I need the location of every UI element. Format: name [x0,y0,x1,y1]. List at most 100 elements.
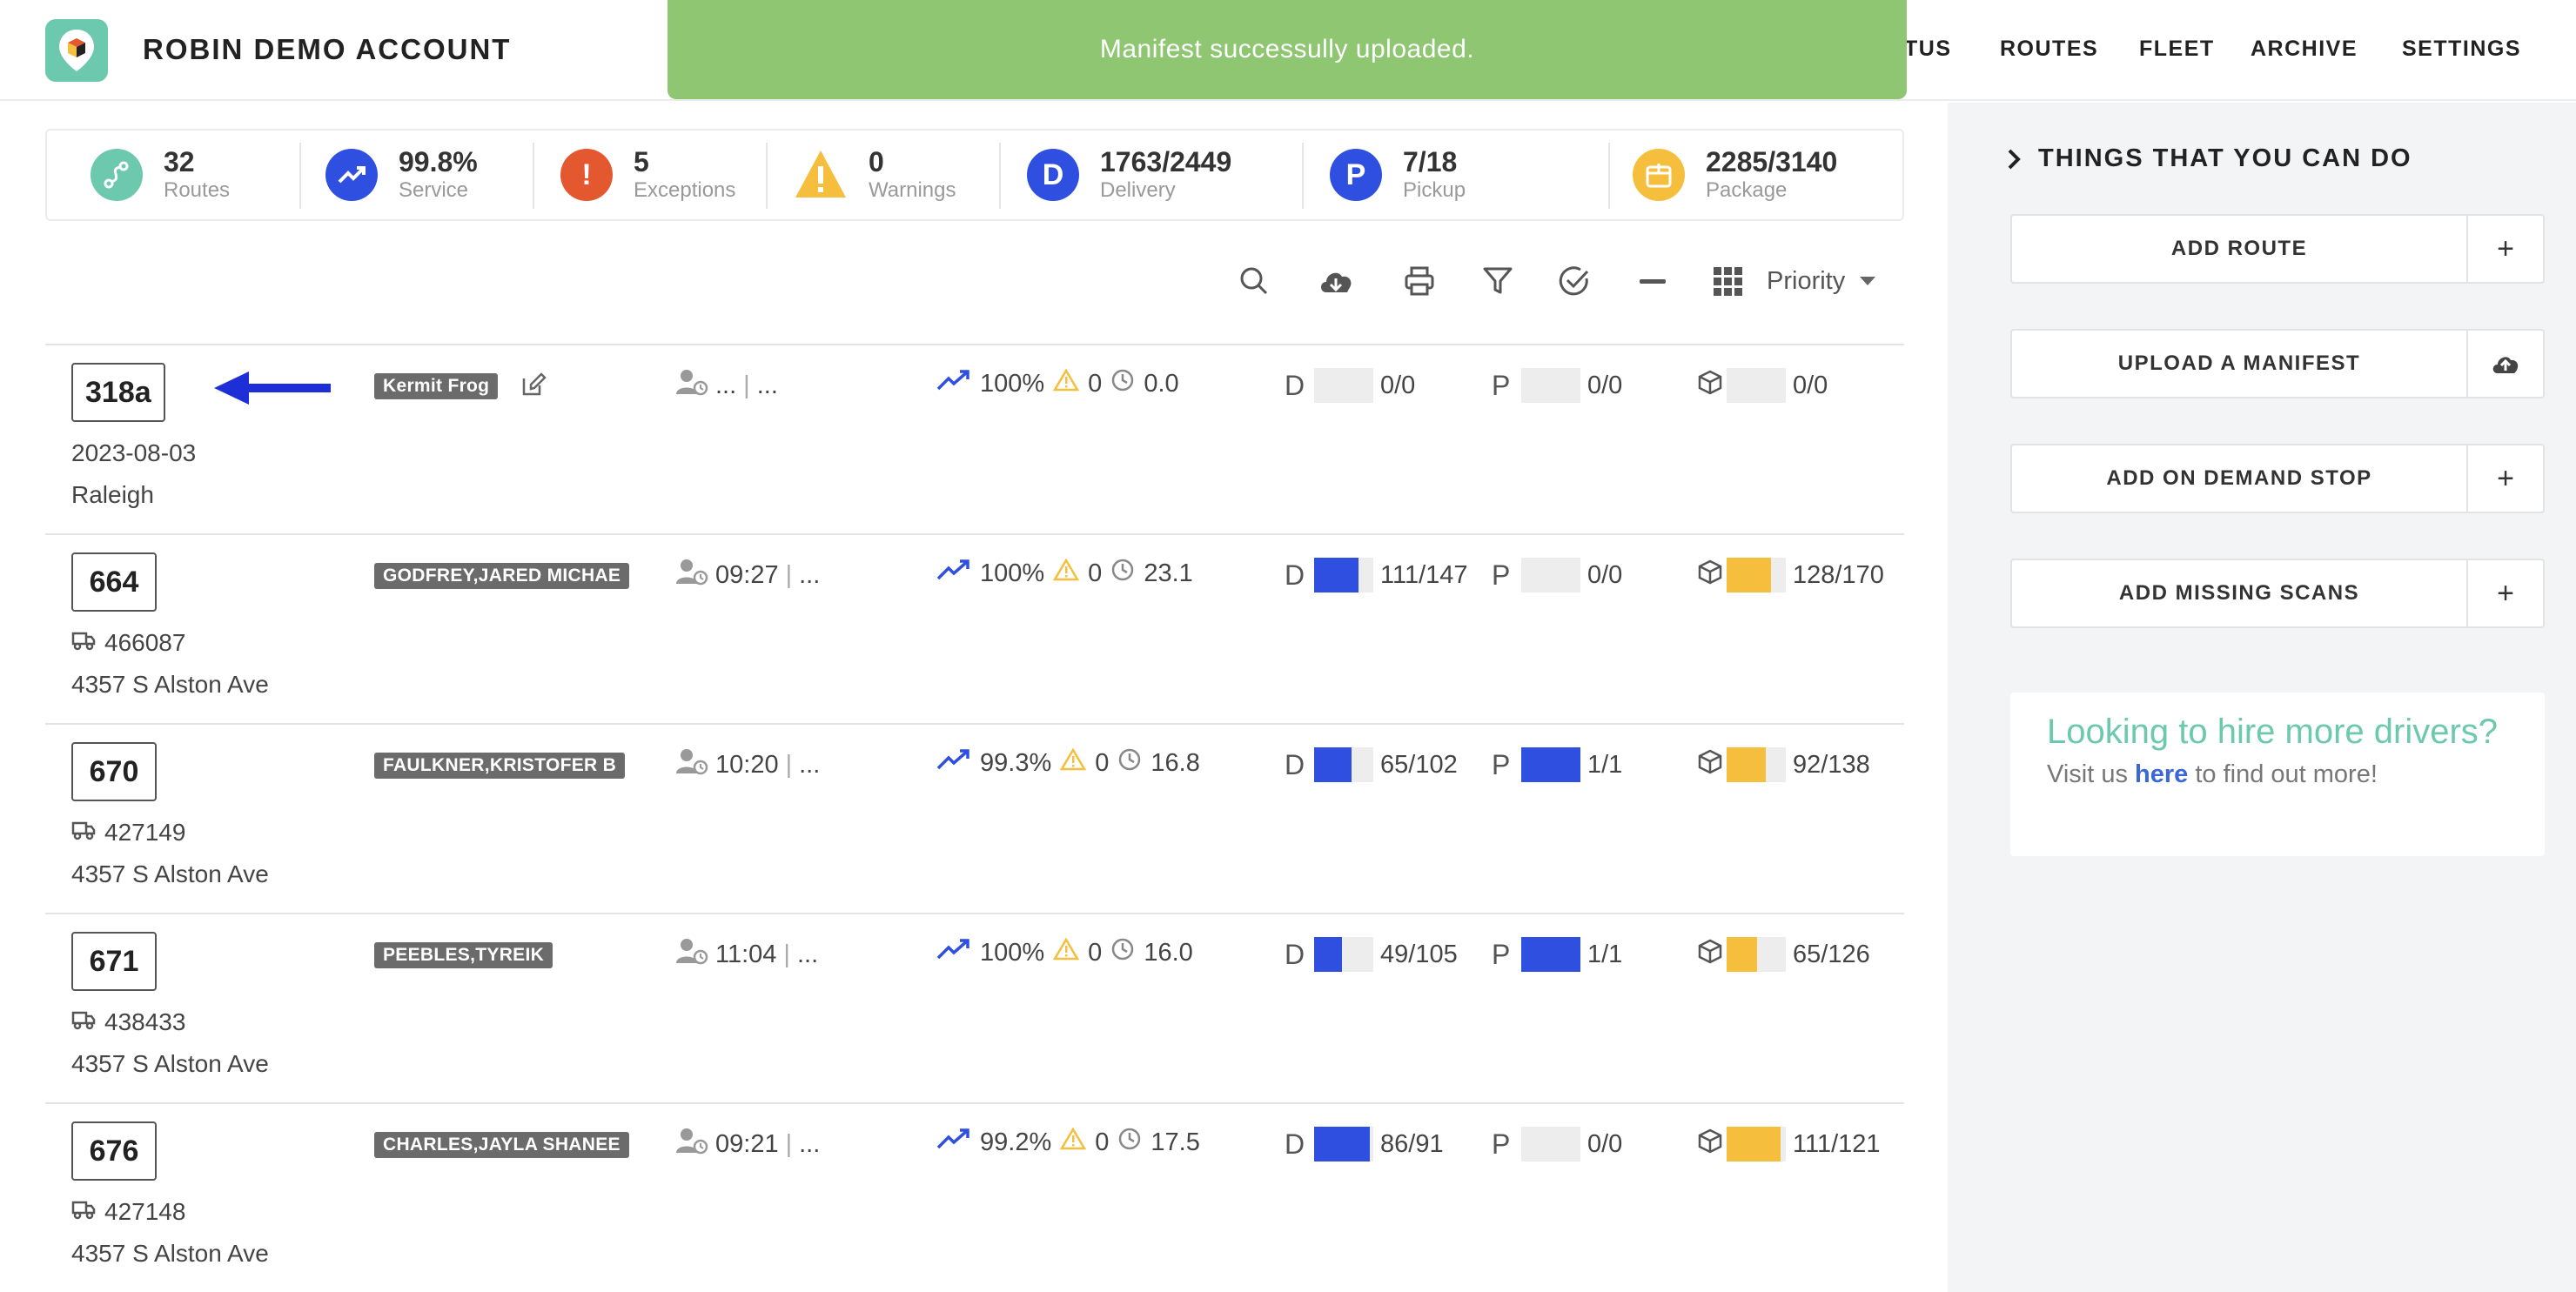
package-cell: 128/170 [1697,558,1884,592]
driver-badge[interactable]: CHARLES,JAYLA SHANEE [374,1132,629,1158]
stat-routes[interactable]: 32 Routes [91,131,230,219]
delivery-progress-fill [1314,747,1352,782]
route-row[interactable]: 664 466087 4357 S Alston Ave GODFREY,JARED … [45,535,1904,725]
trend-up-icon [936,937,971,968]
pickup-letter: P [1492,938,1511,970]
nav-archive[interactable]: ARCHIVE [2251,37,2358,62]
delivery-count: 86/91 [1380,1129,1444,1158]
stat-pickup[interactable]: P 7/18 Pickup [1330,131,1466,219]
route-row[interactable]: 318a 2023-08-03 Raleigh Kermit Frog ... |... 1… [45,345,1904,535]
filter-icon[interactable] [1479,263,1516,299]
warning-count: 0 [1088,938,1103,967]
success-toast[interactable]: Manifest successully uploaded. [667,0,1907,99]
route-location: 4357 S Alston Ave [71,671,269,698]
delivery-letter: D [1285,748,1305,780]
annotation-arrow-icon [211,368,332,412]
stat-label: Service [399,178,469,202]
duration: 0.0 [1144,369,1179,398]
duration: 17.5 [1150,1128,1200,1156]
duration: 16.0 [1144,938,1193,967]
package-count: 92/138 [1793,750,1870,779]
stat-service[interactable]: 99.8% Service [325,131,478,219]
package-cell: 65/126 [1697,937,1870,972]
grid-icon[interactable] [1709,263,1746,299]
logo-pin-icon [59,30,94,71]
nav-settings[interactable]: SETTINGS [2402,37,2521,62]
driver-badge[interactable]: GODFREY,JARED MICHAE [374,563,630,589]
nav-fleet[interactable]: FLEET [2139,37,2215,62]
delivery-progress [1314,558,1373,592]
things-header[interactable]: THINGS THAT YOU CAN DO [2007,144,2412,173]
hire-title: Looking to hire more drivers? [2047,713,2499,751]
add-route-action[interactable]: ADD ROUTE + [2010,214,2545,284]
warning-icon [1052,937,1080,967]
clock-icon [1117,747,1142,779]
upload-manifest-button[interactable]: UPLOAD A MANIFEST [2012,331,2468,397]
plus-icon[interactable]: + [2468,560,2543,626]
start-time: 09:27 [715,560,779,589]
plus-icon[interactable]: + [2468,445,2543,512]
sort-priority-dropdown[interactable]: Priority [1767,263,1876,299]
pickup-cell: P 1/1 [1492,747,1622,782]
route-row[interactable]: 670 427149 4357 S Alston Ave FAULKNER,KRIST… [45,725,1904,914]
minus-icon[interactable] [1634,263,1671,299]
stat-label: Package [1706,178,1788,202]
sort-label: Priority [1767,266,1846,295]
driver-badge[interactable]: Kermit Frog [374,373,499,399]
pickup-count: 0/0 [1587,371,1623,399]
hire-drivers-card: Looking to hire more drivers? Visit us h… [2010,693,2545,856]
add-route-button[interactable]: ADD ROUTE [2012,216,2468,282]
warning-count: 0 [1088,369,1103,398]
upload-manifest-action[interactable]: UPLOAD A MANIFEST [2010,329,2545,398]
start-time: 10:20 [715,750,779,779]
route-id-badge[interactable]: 664 [71,552,157,612]
pickup-cell: P 0/0 [1492,368,1622,403]
trend-up-icon [936,368,971,399]
pickup-cell: P 0/0 [1492,558,1622,592]
driver-badge[interactable]: PEEBLES,TYREIK [374,942,553,968]
pickup-p-icon: P [1330,149,1382,201]
cloud-upload-icon[interactable] [2468,331,2543,397]
robin-logo[interactable] [45,19,108,82]
package-progress-fill [1727,558,1772,592]
route-id-badge[interactable]: 676 [71,1121,157,1181]
stat-delivery[interactable]: D 1763/2449 Delivery [1027,131,1231,219]
stat-value: 99.8% [399,146,478,177]
route-subline: 2023-08-03 [71,439,196,467]
stat-package[interactable]: 2285/3140 Package [1633,131,1837,219]
delivery-letter: D [1285,369,1305,401]
pickup-progress-fill [1521,937,1580,972]
add-missing-scans-button[interactable]: ADD MISSING SCANS [2012,560,2468,626]
stat-warnings[interactable]: 0 Warnings [794,131,956,219]
pickup-letter: P [1492,748,1511,780]
add-on-demand-stop-action[interactable]: ADD ON DEMAND STOP + [2010,444,2545,513]
add-missing-scans-action[interactable]: ADD MISSING SCANS + [2010,559,2545,628]
nav-status[interactable]: TUS [1904,37,1952,62]
start-time-cell: ... |... [675,368,778,403]
route-id-badge[interactable]: 671 [71,932,157,991]
pickup-progress [1521,558,1580,592]
search-icon[interactable] [1236,263,1272,299]
cloud-download-icon[interactable] [1318,263,1354,299]
delivery-count: 0/0 [1380,371,1416,399]
route-row[interactable]: 676 427148 4357 S Alston Ave CHARLES,JAYLA … [45,1104,1904,1292]
print-icon[interactable] [1401,263,1438,299]
edit-icon[interactable] [520,372,550,401]
clock-icon [1110,558,1135,589]
route-id-badge[interactable]: 318a [71,363,165,422]
stat-exceptions[interactable]: ! 5 Exceptions [560,131,735,219]
driver-badge[interactable]: FAULKNER,KRISTOFER B [374,753,626,779]
start-time: 09:21 [715,1129,779,1158]
route-location: 4357 S Alston Ave [71,860,269,887]
nav-routes[interactable]: ROUTES [2000,37,2098,62]
stat-value: 32 [164,146,195,177]
pickup-count: 0/0 [1587,560,1623,589]
hire-here-link[interactable]: here [2135,760,2188,788]
plus-icon[interactable]: + [2468,216,2543,282]
route-id-badge[interactable]: 670 [71,742,157,801]
add-on-demand-stop-button[interactable]: ADD ON DEMAND STOP [2012,445,2468,512]
stat-label: Routes [164,178,231,202]
check-circle-icon[interactable] [1556,263,1593,299]
route-row[interactable]: 671 438433 4357 S Alston Ave PEEBLES,TYREIK… [45,914,1904,1104]
delivery-progress-fill [1314,937,1342,972]
